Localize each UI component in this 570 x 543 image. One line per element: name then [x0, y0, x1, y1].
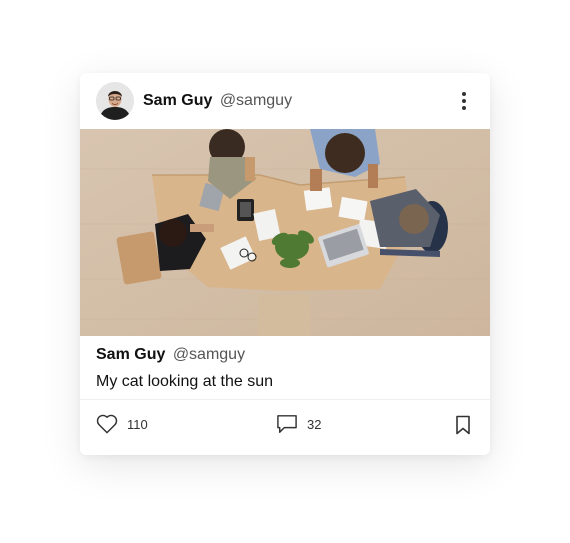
more-options-button[interactable]	[452, 88, 476, 114]
comment-button[interactable]: 32	[276, 414, 321, 434]
bookmark-button[interactable]	[455, 415, 471, 440]
post-header: Sam Guy @samguy	[80, 73, 490, 129]
avatar[interactable]	[96, 82, 134, 120]
heart-icon	[96, 414, 118, 434]
author-name-row: Sam Guy @samguy	[143, 92, 292, 110]
post-actions: 110 32	[80, 411, 490, 445]
avatar-image	[96, 82, 134, 120]
author-handle[interactable]: @samguy	[220, 92, 292, 109]
caption-author-name[interactable]: Sam Guy	[96, 346, 165, 363]
comment-icon	[277, 415, 297, 433]
comment-count: 32	[307, 416, 322, 432]
caption-author-handle[interactable]: @samguy	[173, 346, 245, 363]
caption-author: Sam Guy @samguy	[96, 346, 245, 364]
post-caption: My cat looking at the sun	[96, 373, 273, 390]
post-card: Sam Guy @samguy Sam Guy @samguy My cat l…	[80, 73, 490, 455]
post-image[interactable]	[80, 129, 490, 336]
like-count: 110	[127, 416, 148, 432]
like-button[interactable]: 110	[96, 414, 148, 434]
author-name[interactable]: Sam Guy	[143, 92, 212, 109]
bookmark-icon	[456, 415, 470, 435]
divider	[80, 399, 490, 400]
more-vertical-icon	[462, 92, 466, 96]
